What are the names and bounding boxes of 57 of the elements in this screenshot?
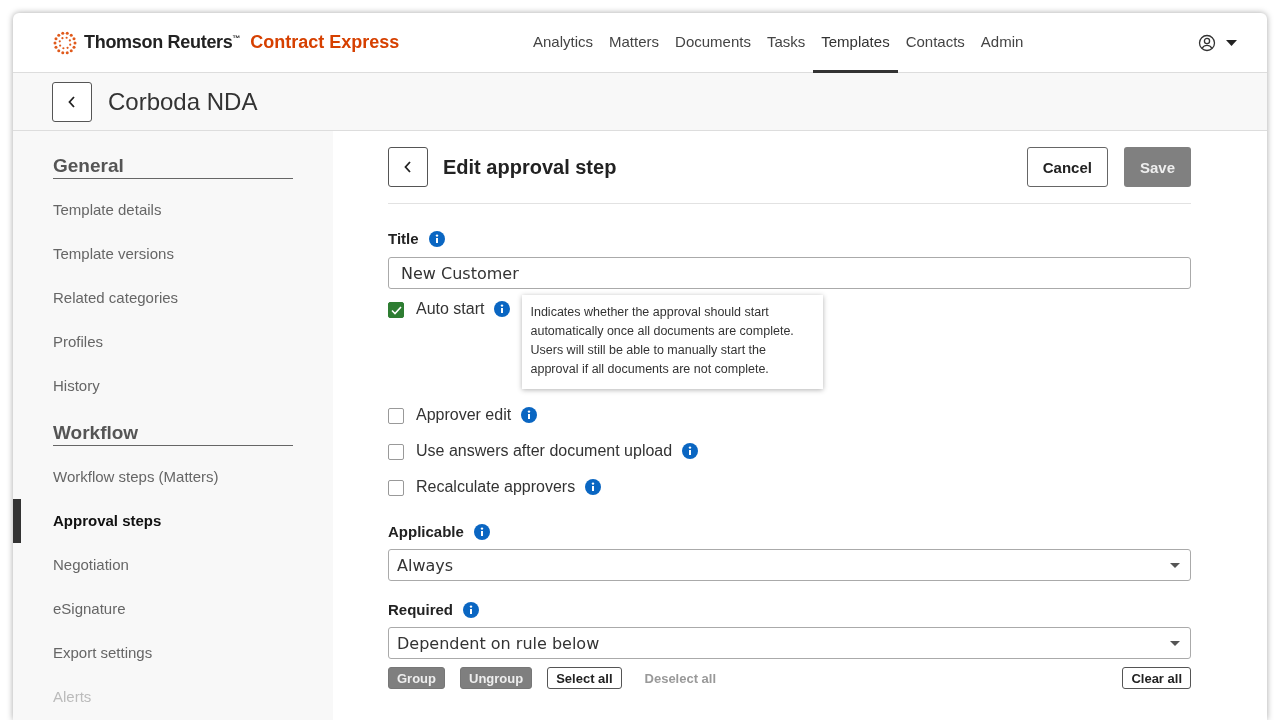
brand-name: Thomson Reuters$^{™}$ xyxy=(84,32,241,53)
sidebar-item[interactable]: Negotiation xyxy=(13,543,293,587)
back-button[interactable] xyxy=(52,81,92,122)
sidebar-item[interactable]: Profiles xyxy=(13,320,293,364)
caret-icon xyxy=(1170,562,1180,568)
sidebar-item[interactable]: History xyxy=(13,364,293,408)
checkbox-label: Auto start xyxy=(416,299,485,319)
info-icon[interactable] xyxy=(473,523,490,540)
sidebar-item[interactable]: Related categories xyxy=(13,276,293,320)
logo-icon xyxy=(52,29,78,56)
checkbox[interactable] xyxy=(388,302,404,318)
checkbox-label: Approver edit xyxy=(416,405,512,425)
chevron-left-icon xyxy=(67,95,77,108)
info-icon[interactable] xyxy=(682,443,699,459)
checkbox[interactable] xyxy=(388,444,404,460)
info-icon[interactable] xyxy=(585,479,602,495)
title-input[interactable]: New Customer xyxy=(388,257,1191,289)
caret-icon[interactable] xyxy=(1226,39,1237,46)
info-icon[interactable] xyxy=(494,301,511,317)
form-title: Edit approval step xyxy=(443,155,617,179)
checkbox-label: Use answers after document upload xyxy=(416,441,673,461)
tooltip: Indicates whether the approval should start automatically once all documents are complete. Users will still be able to manually start the approval if all documents are not complete. xyxy=(522,295,824,389)
rule-action-button[interactable]: Ungroup xyxy=(460,667,533,689)
sidebar-item[interactable]: Approval steps xyxy=(13,499,293,543)
field-label: Applicable xyxy=(388,523,464,540)
cancel-button[interactable]: Cancel xyxy=(1026,147,1108,187)
required-dropdown[interactable]: Dependent on rule below xyxy=(388,627,1191,659)
rule-action-button[interactable]: Select all xyxy=(547,667,622,689)
checkbox[interactable] xyxy=(388,408,404,424)
nav-tab[interactable]: Analytics xyxy=(525,13,602,73)
sidebar-item[interactable]: Template versions xyxy=(13,232,293,276)
rule-action-button[interactable]: Clear all xyxy=(1122,667,1191,689)
chevron-left-icon xyxy=(403,161,413,173)
sidebar-item[interactable]: Workflow steps (Matters) xyxy=(13,455,293,499)
nav-tab[interactable]: Contacts xyxy=(897,13,973,73)
info-icon[interactable] xyxy=(428,230,445,247)
sidebar-heading: Workflow xyxy=(53,422,293,446)
field-label: Title xyxy=(388,230,419,247)
info-icon[interactable] xyxy=(521,407,538,423)
checkbox-label: Recalculate approvers xyxy=(416,477,576,497)
nav-tab[interactable]: Tasks xyxy=(758,13,814,73)
nav-tab[interactable]: Documents xyxy=(667,13,759,73)
nav-tab[interactable]: Admin xyxy=(972,13,1032,73)
sidebar-item[interactable]: Export settings xyxy=(13,631,293,675)
sidebar-item[interactable]: eSignature xyxy=(13,587,293,631)
page-title: Corboda NDA xyxy=(108,87,258,116)
checkbox[interactable] xyxy=(388,480,404,496)
nav-tab[interactable]: Matters xyxy=(601,13,668,73)
user-icon[interactable] xyxy=(1198,33,1216,52)
sidebar-heading: General xyxy=(53,155,293,179)
product-name: Contract Express xyxy=(250,32,400,53)
field-label: Required xyxy=(388,601,453,618)
sidebar-item[interactable]: Template details xyxy=(13,188,293,232)
info-icon[interactable] xyxy=(463,601,479,618)
back-button[interactable] xyxy=(388,147,428,187)
caret-icon xyxy=(1170,640,1180,646)
applicable-dropdown[interactable]: Always xyxy=(388,549,1191,581)
